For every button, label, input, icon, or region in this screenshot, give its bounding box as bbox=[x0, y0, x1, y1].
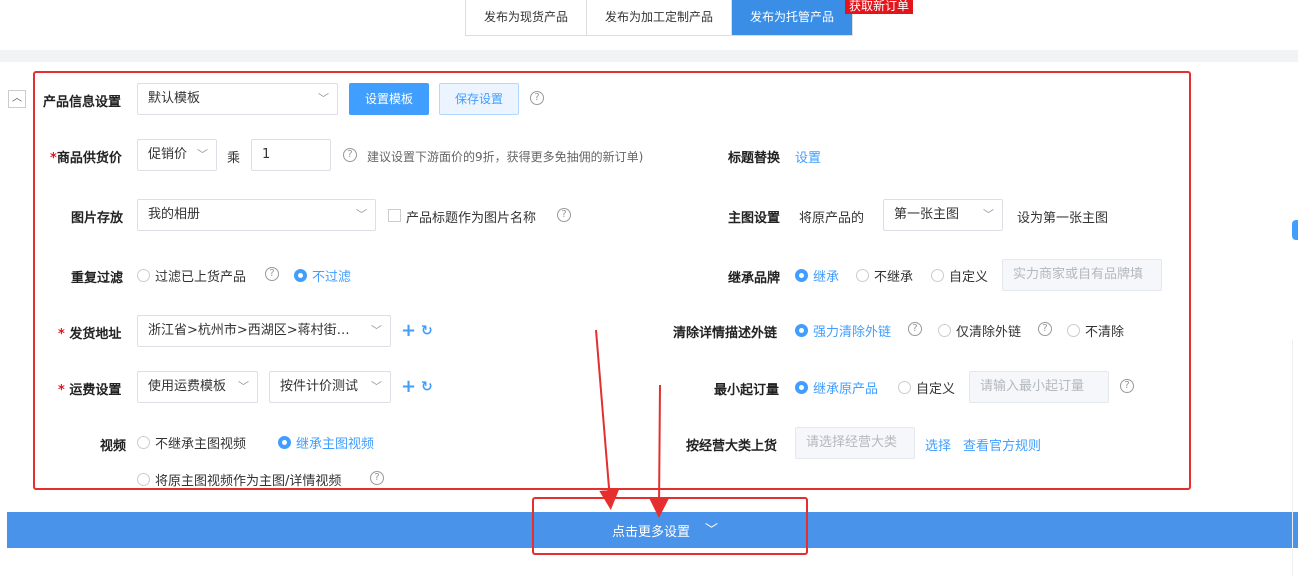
right-edge-divider bbox=[1292, 340, 1298, 576]
annotation-arrows bbox=[595, 329, 670, 518]
arrow-icon bbox=[649, 384, 670, 518]
arrow-icon bbox=[595, 329, 620, 510]
side-indicator-icon bbox=[1292, 220, 1298, 240]
